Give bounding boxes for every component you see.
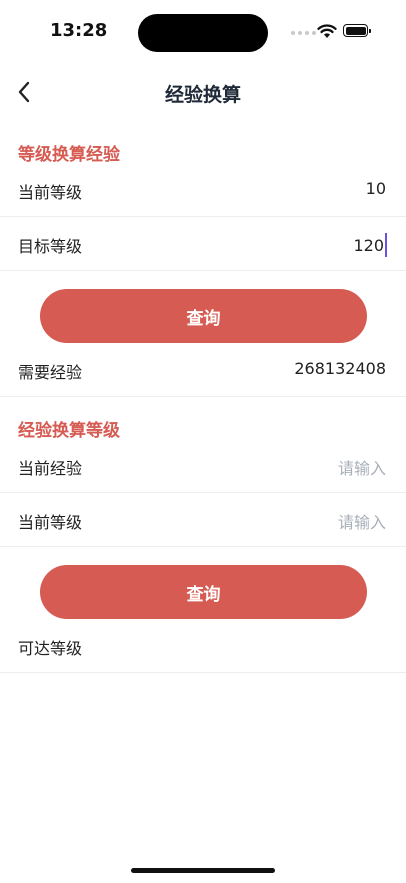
dynamic-island [138,14,268,52]
current-exp-row: 当前经验 请输入 [0,439,406,493]
current-level-input-2[interactable]: 请输入 [338,509,386,533]
required-exp-label: 需要经验 [18,363,83,382]
target-level-input[interactable]: 120 [353,233,387,257]
target-level-value: 120 [353,236,384,255]
current-level-value: 10 [365,179,386,198]
current-level-label-2: 当前等级 [18,513,83,532]
battery-icon [343,24,371,37]
target-level-label: 目标等级 [18,237,83,256]
current-exp-input[interactable]: 请输入 [338,455,386,479]
query-button-level-to-exp[interactable]: 查询 [40,289,367,343]
section-title-level-to-exp: 等级换算经验 [18,145,120,165]
current-level-row: 当前等级 10 [0,163,406,217]
status-bar: 13:28 [0,0,406,62]
navigation-bar: 经验换算 [0,62,406,122]
home-indicator [131,868,275,873]
current-level-label: 当前等级 [18,183,83,202]
status-time: 13:28 [50,20,108,41]
required-exp-row: 需要经验 268132408 [0,343,406,397]
current-level-input[interactable]: 10 [366,179,386,198]
wifi-icon [317,24,337,38]
current-level-row-2: 当前等级 请输入 [0,493,406,547]
query-button-exp-to-level[interactable]: 查询 [40,565,367,619]
reachable-level-row: 可达等级 [0,619,406,673]
reachable-level-label: 可达等级 [18,639,83,658]
text-caret [385,233,387,257]
page-title: 经验换算 [164,84,241,106]
section-title-exp-to-level: 经验换算等级 [18,421,120,441]
target-level-row: 目标等级 120 [0,217,406,271]
current-exp-label: 当前经验 [18,459,83,478]
cellular-signal-icon [291,31,316,35]
required-exp-value: 268132408 [294,359,386,378]
